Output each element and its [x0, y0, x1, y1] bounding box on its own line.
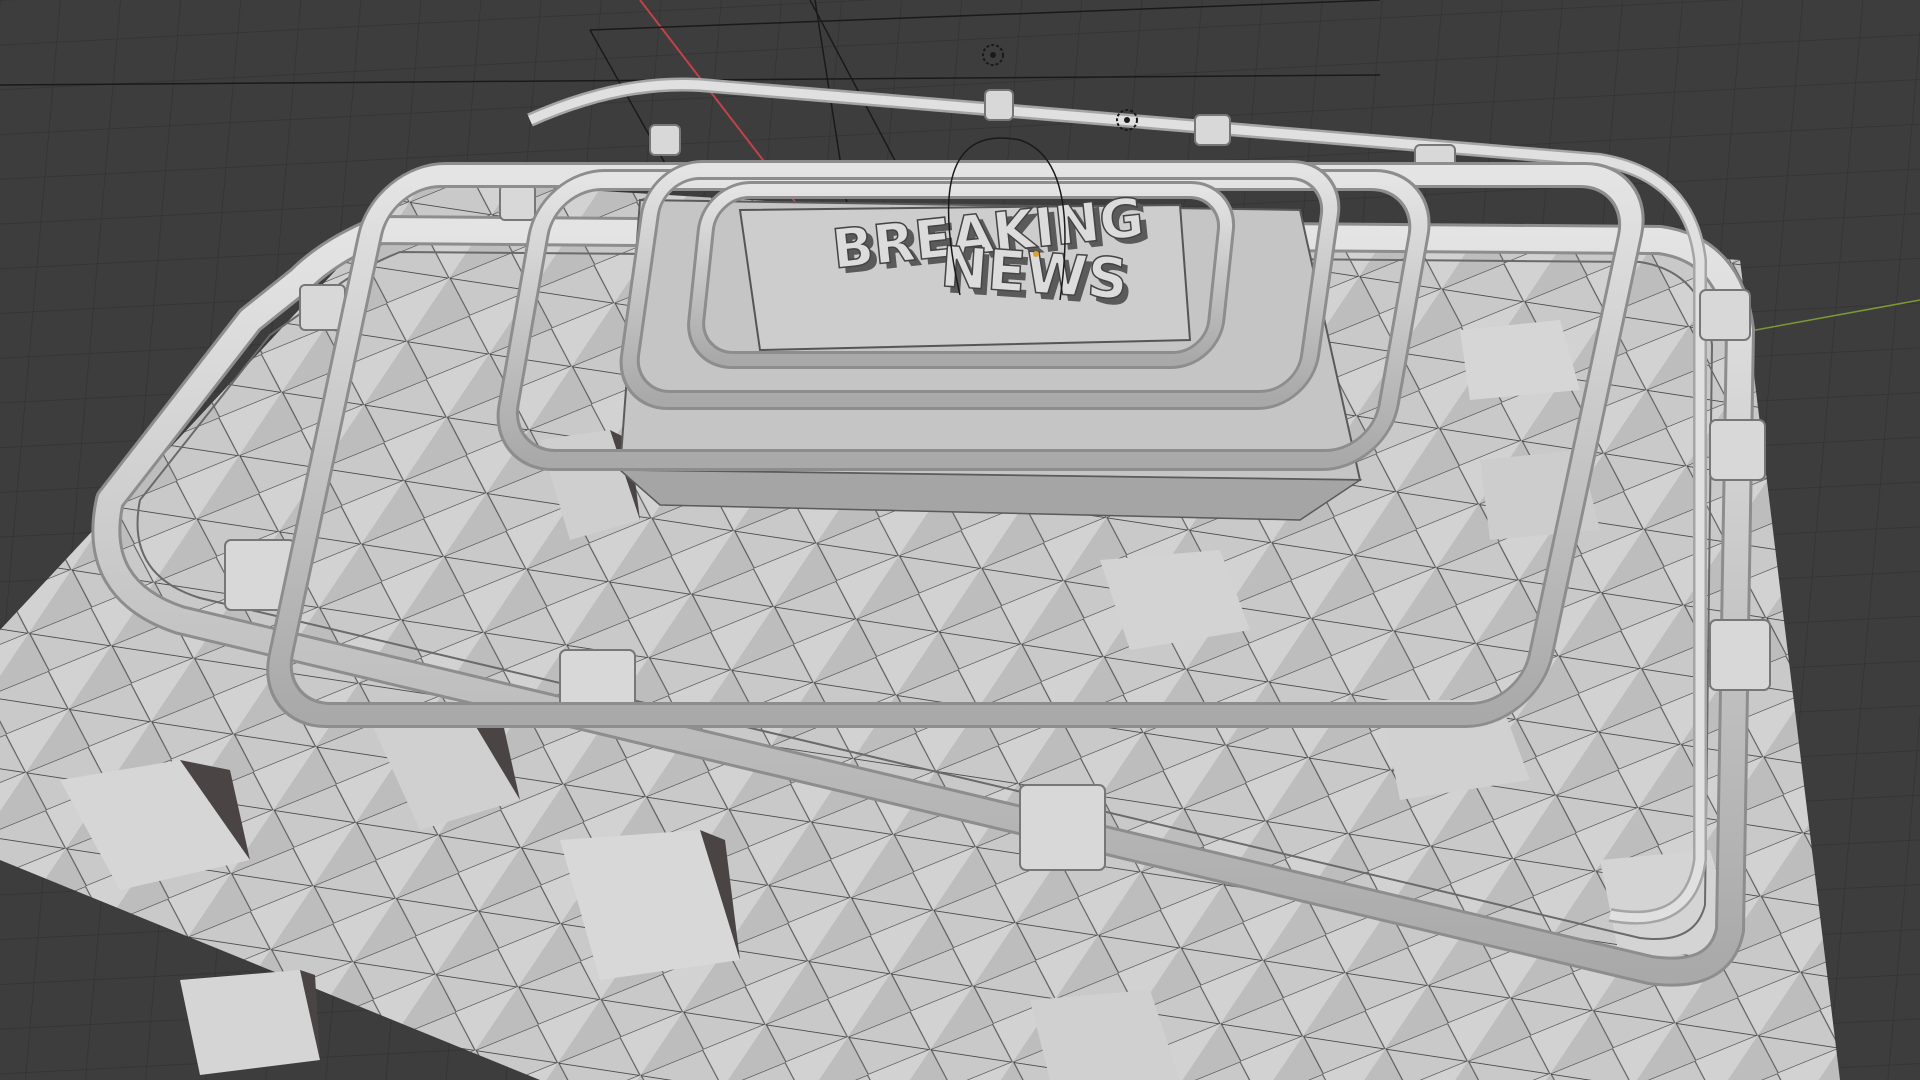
logo-line-2: NEWS [938, 235, 1129, 313]
object-origin-point [1033, 251, 1039, 257]
viewport-scene[interactable]: BREAKING BREAKING NEWS NEWS [0, 0, 1920, 1080]
3d-viewport[interactable]: BREAKING BREAKING NEWS NEWS [0, 0, 1920, 1080]
